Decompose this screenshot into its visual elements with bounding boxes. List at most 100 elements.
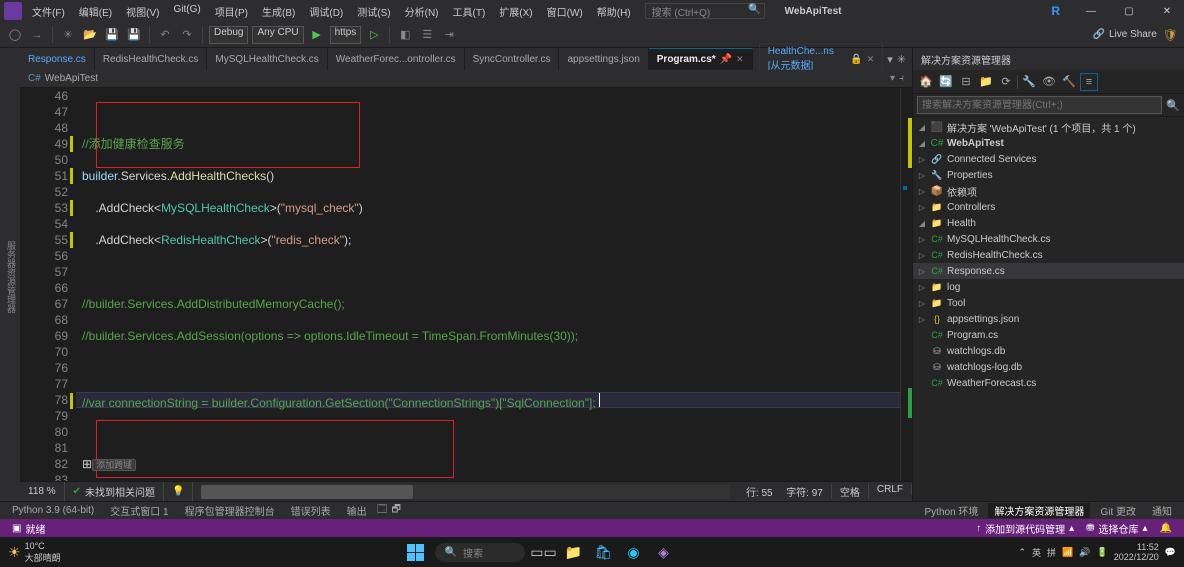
global-search-input[interactable]: 搜索 (Ctrl+Q) 🔍 (645, 3, 765, 19)
pin-icon[interactable]: 📌 (720, 54, 732, 65)
menu-git[interactable]: Git(G) (167, 2, 206, 21)
tree-item[interactable]: ▷C#Response.cs (913, 263, 1184, 279)
tb-extra2[interactable]: ☰ (418, 26, 436, 44)
tab-synccontroller[interactable]: SyncController.cs (465, 48, 560, 70)
menu-project[interactable]: 项目(P) (209, 2, 254, 21)
tree-item[interactable]: C#WeatherForecast.cs (913, 375, 1184, 391)
menu-test[interactable]: 测试(S) (351, 2, 396, 21)
tree-item[interactable]: ▷🔧Properties (913, 167, 1184, 183)
battery-icon[interactable]: 🔋 (1097, 547, 1108, 558)
notifications-bell-icon[interactable]: 🔔 (1154, 521, 1178, 536)
right-tab-notifications[interactable]: 通知 (1146, 503, 1178, 518)
breadcrumb-dropdown-icon[interactable]: ▾ (890, 73, 895, 84)
menu-analyze[interactable]: 分析(N) (399, 2, 445, 21)
weather-widget[interactable]: ☀ 10°C大部晴朗 (8, 541, 61, 564)
maximize-button[interactable]: ▢ (1112, 0, 1146, 22)
config-combo[interactable]: Debug (209, 26, 248, 44)
ime-lang[interactable]: 英 (1032, 546, 1041, 559)
bottom-tab-pmc[interactable]: 程序包管理器控制台 (179, 503, 281, 518)
show-all-icon[interactable]: 📁 (977, 73, 995, 91)
window-layout-icon[interactable]: 🗔 (377, 502, 388, 519)
tb-extra1[interactable]: ◧ (396, 26, 414, 44)
tab-weathercontroller[interactable]: WeatherForec...ontroller.cs (328, 48, 465, 70)
new-item-button[interactable]: ✳ (59, 26, 77, 44)
store-icon[interactable]: 🛍 (593, 541, 615, 563)
preview-icon[interactable]: ≡ (1080, 73, 1098, 91)
save-all-button[interactable]: 💾 (125, 26, 143, 44)
solution-root[interactable]: ◢⬛解决方案 'WebApiTest' (1 个项目，共 1 个) (913, 119, 1184, 135)
close-icon[interactable]: ✕ (867, 54, 875, 65)
task-view-icon[interactable]: ▭▭ (533, 541, 555, 563)
tab-appsettings[interactable]: appsettings.json (559, 48, 648, 70)
menu-tools[interactable]: 工具(T) (447, 2, 492, 21)
menu-edit[interactable]: 编辑(E) (73, 2, 118, 21)
ime-kb[interactable]: 拼 (1047, 546, 1056, 559)
volume-icon[interactable]: 🔊 (1079, 547, 1090, 558)
tree-item[interactable]: ▷📁Tool (913, 295, 1184, 311)
bottom-tab-output[interactable]: 输出 (341, 503, 373, 518)
tab-overflow-button[interactable]: ▾ (887, 53, 893, 66)
tree-item[interactable]: ▷📁log (913, 279, 1184, 295)
wifi-icon[interactable]: 📶 (1062, 547, 1073, 558)
taskbar-search[interactable]: 🔍搜索 (435, 543, 525, 562)
menu-extensions[interactable]: 扩展(X) (493, 2, 538, 21)
start-nodebug-button[interactable]: ▷ (365, 26, 383, 44)
line-col[interactable]: 行: 55 字符: 97 (738, 484, 832, 499)
lightbulb-icon[interactable]: 💡 (164, 482, 193, 501)
admin-shield-icon[interactable]: 🛡 (1163, 28, 1178, 42)
notifications-icon[interactable]: 💬 (1165, 547, 1176, 558)
refresh-icon[interactable]: ⟳ (997, 73, 1015, 91)
tab-response[interactable]: Response.cs (20, 48, 95, 70)
live-share-button[interactable]: 🔗Live Share (1093, 29, 1157, 40)
undo-button[interactable]: ↶ (156, 26, 174, 44)
breadcrumb-file[interactable]: WebApiTest (45, 73, 98, 84)
zoom-level[interactable]: 118 % (20, 482, 65, 501)
run-target-combo[interactable]: https (330, 26, 362, 44)
window-layout-icon2[interactable]: 🗗 (391, 502, 400, 519)
menu-view[interactable]: 视图(V) (120, 2, 165, 21)
start-button[interactable] (405, 541, 427, 563)
menu-build[interactable]: 生成(B) (256, 2, 301, 21)
tab-mysqlhealthcheck[interactable]: MySQLHealthCheck.cs (207, 48, 327, 70)
select-repo[interactable]: ⛃ 选择仓库 ▴ (1080, 521, 1153, 536)
start-debug-button[interactable]: ▶ (308, 26, 326, 44)
bottom-tab-errors[interactable]: 错误列表 (285, 503, 337, 518)
tree-item[interactable]: ▷{}appsettings.json (913, 311, 1184, 327)
edge-icon[interactable]: ◉ (623, 541, 645, 563)
home-icon[interactable]: 🏠 (917, 73, 935, 91)
breadcrumb-split-icon[interactable]: ⫞ (899, 73, 904, 84)
new-tab-button[interactable]: ✳ (897, 53, 906, 66)
sync-icon[interactable]: 🔄 (937, 73, 955, 91)
issues-indicator[interactable]: ✔未找到相关问题 (65, 482, 164, 501)
tree-item[interactable]: ▷📦依赖项 (913, 183, 1184, 199)
tree-item[interactable]: ▷📁Controllers (913, 199, 1184, 215)
horizontal-scrollbar[interactable] (201, 485, 729, 499)
solution-tree[interactable]: ◢⬛解决方案 'WebApiTest' (1 个项目，共 1 个) ◢C#Web… (913, 117, 1184, 501)
tree-item[interactable]: ⛁watchlogs.db (913, 343, 1184, 359)
tree-item[interactable]: ▷🔗Connected Services (913, 151, 1184, 167)
open-button[interactable]: 📂 (81, 26, 99, 44)
tb-extra3[interactable]: ⇥ (440, 26, 458, 44)
line-ending[interactable]: CRLF (869, 484, 912, 495)
menu-help[interactable]: 帮助(H) (591, 2, 637, 21)
tab-redishealthcheck[interactable]: RedisHealthCheck.cs (95, 48, 208, 70)
indent-mode[interactable]: 空格 (832, 484, 869, 499)
collapse-icon[interactable]: ⊟ (957, 73, 975, 91)
tree-item[interactable]: ▷C#RedisHealthCheck.cs (913, 247, 1184, 263)
menu-window[interactable]: 窗口(W) (541, 2, 589, 21)
resharper-icon[interactable]: R (1051, 4, 1060, 18)
redo-button[interactable]: ↷ (178, 26, 196, 44)
search-icon[interactable]: 🔍 (1166, 99, 1180, 112)
properties-icon[interactable]: 🔧 (1020, 73, 1038, 91)
menu-file[interactable]: 文件(F) (26, 2, 71, 21)
add-source-control[interactable]: ↑ 添加到源代码管理 ▴ (970, 521, 1080, 536)
server-explorer-tab[interactable]: 服务器资源管理器 (3, 237, 20, 317)
nav-fwd-button[interactable]: → (28, 26, 46, 44)
platform-combo[interactable]: Any CPU (252, 26, 303, 44)
right-tab-solution-explorer[interactable]: 解决方案资源管理器 (988, 503, 1090, 518)
right-tab-git-changes[interactable]: Git 更改 (1094, 503, 1142, 518)
clock[interactable]: 11:522022/12/20 (1114, 542, 1159, 562)
tree-item[interactable]: C#Program.cs (913, 327, 1184, 343)
tree-item[interactable]: ◢📁Health (913, 215, 1184, 231)
close-tab-icon[interactable]: ✕ (736, 54, 744, 65)
